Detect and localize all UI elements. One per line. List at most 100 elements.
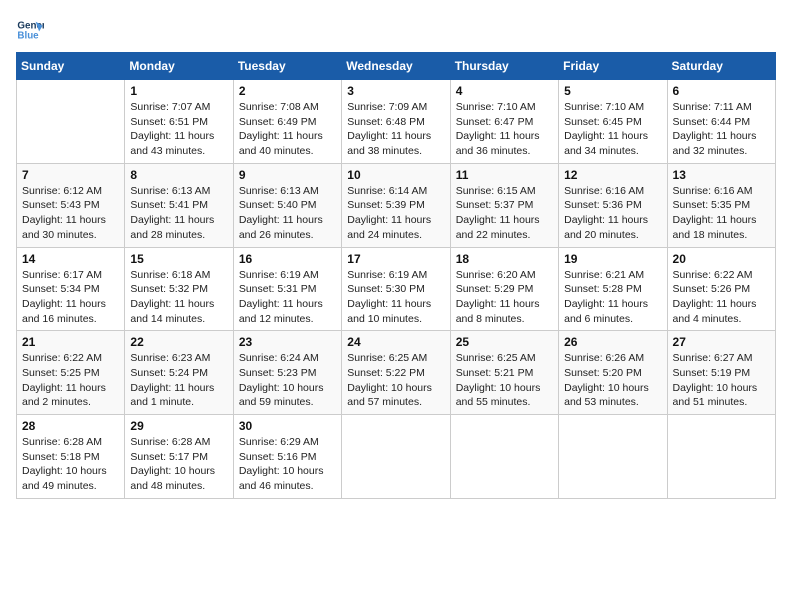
day-number: 17 [347, 252, 444, 266]
day-content: Sunrise: 6:28 AM Sunset: 5:18 PM Dayligh… [22, 435, 119, 494]
calendar-cell: 15 Sunrise: 6:18 AM Sunset: 5:32 PM Dayli… [125, 247, 233, 331]
calendar-cell: 20 Sunrise: 6:22 AM Sunset: 5:26 PM Dayli… [667, 247, 775, 331]
day-content: Sunrise: 7:11 AM Sunset: 6:44 PM Dayligh… [673, 100, 770, 159]
weekday-header: Sunday [17, 53, 125, 80]
calendar-cell: 4 Sunrise: 7:10 AM Sunset: 6:47 PM Daylig… [450, 80, 558, 164]
svg-text:Blue: Blue [17, 30, 39, 41]
day-content: Sunrise: 6:28 AM Sunset: 5:17 PM Dayligh… [130, 435, 227, 494]
day-content: Sunrise: 6:25 AM Sunset: 5:21 PM Dayligh… [456, 351, 553, 410]
calendar-cell: 7 Sunrise: 6:12 AM Sunset: 5:43 PM Daylig… [17, 163, 125, 247]
calendar-cell: 1 Sunrise: 7:07 AM Sunset: 6:51 PM Daylig… [125, 80, 233, 164]
day-number: 23 [239, 335, 336, 349]
day-number: 8 [130, 168, 227, 182]
day-content: Sunrise: 6:20 AM Sunset: 5:29 PM Dayligh… [456, 268, 553, 327]
calendar-cell: 3 Sunrise: 7:09 AM Sunset: 6:48 PM Daylig… [342, 80, 450, 164]
day-number: 15 [130, 252, 227, 266]
calendar-header-row: SundayMondayTuesdayWednesdayThursdayFrid… [17, 53, 776, 80]
calendar-cell: 26Sunrise: 6:26 AM Sunset: 5:20 PM Dayli… [559, 331, 667, 415]
calendar-week-row: 7 Sunrise: 6:12 AM Sunset: 5:43 PM Daylig… [17, 163, 776, 247]
calendar-cell: 29Sunrise: 6:28 AM Sunset: 5:17 PM Dayli… [125, 415, 233, 499]
calendar-cell: 30Sunrise: 6:29 AM Sunset: 5:16 PM Dayli… [233, 415, 341, 499]
calendar-cell: 10 Sunrise: 6:14 AM Sunset: 5:39 PM Dayli… [342, 163, 450, 247]
day-number: 12 [564, 168, 661, 182]
day-content: Sunrise: 6:16 AM Sunset: 5:36 PM Dayligh… [564, 184, 661, 243]
day-number: 10 [347, 168, 444, 182]
day-number: 2 [239, 84, 336, 98]
day-content: Sunrise: 6:18 AM Sunset: 5:32 PM Dayligh… [130, 268, 227, 327]
calendar-cell: 2Sunrise: 7:08 AM Sunset: 6:49 PM Daylig… [233, 80, 341, 164]
day-content: Sunrise: 6:19 AM Sunset: 5:30 PM Dayligh… [347, 268, 444, 327]
day-number: 21 [22, 335, 119, 349]
day-content: Sunrise: 6:21 AM Sunset: 5:28 PM Dayligh… [564, 268, 661, 327]
logo-icon: General Blue [16, 16, 44, 44]
calendar-table: SundayMondayTuesdayWednesdayThursdayFrid… [16, 52, 776, 499]
calendar-week-row: 28 Sunrise: 6:28 AM Sunset: 5:18 PM Dayli… [17, 415, 776, 499]
day-number: 30 [239, 419, 336, 433]
day-number: 14 [22, 252, 119, 266]
day-number: 3 [347, 84, 444, 98]
day-content: Sunrise: 6:16 AM Sunset: 5:35 PM Dayligh… [673, 184, 770, 243]
day-content: Sunrise: 6:12 AM Sunset: 5:43 PM Dayligh… [22, 184, 119, 243]
day-number: 20 [673, 252, 770, 266]
weekday-header: Wednesday [342, 53, 450, 80]
calendar-cell: 22 Sunrise: 6:23 AM Sunset: 5:24 PM Dayli… [125, 331, 233, 415]
weekday-header: Friday [559, 53, 667, 80]
day-content: Sunrise: 7:09 AM Sunset: 6:48 PM Dayligh… [347, 100, 444, 159]
calendar-cell: 17 Sunrise: 6:19 AM Sunset: 5:30 PM Dayli… [342, 247, 450, 331]
calendar-cell [17, 80, 125, 164]
logo: General Blue [16, 16, 50, 44]
calendar-cell: 13 Sunrise: 6:16 AM Sunset: 5:35 PM Dayli… [667, 163, 775, 247]
calendar-cell: 6 Sunrise: 7:11 AM Sunset: 6:44 PM Daylig… [667, 80, 775, 164]
day-content: Sunrise: 6:13 AM Sunset: 5:40 PM Dayligh… [239, 184, 336, 243]
calendar-cell [667, 415, 775, 499]
day-number: 4 [456, 84, 553, 98]
day-number: 22 [130, 335, 227, 349]
calendar-week-row: 14 Sunrise: 6:17 AM Sunset: 5:34 PM Dayli… [17, 247, 776, 331]
calendar-week-row: 21Sunrise: 6:22 AM Sunset: 5:25 PM Dayli… [17, 331, 776, 415]
day-number: 27 [673, 335, 770, 349]
day-content: Sunrise: 6:23 AM Sunset: 5:24 PM Dayligh… [130, 351, 227, 410]
day-content: Sunrise: 6:17 AM Sunset: 5:34 PM Dayligh… [22, 268, 119, 327]
day-number: 16 [239, 252, 336, 266]
calendar-cell: 8 Sunrise: 6:13 AM Sunset: 5:41 PM Daylig… [125, 163, 233, 247]
day-content: Sunrise: 6:25 AM Sunset: 5:22 PM Dayligh… [347, 351, 444, 410]
calendar-cell: 28 Sunrise: 6:28 AM Sunset: 5:18 PM Dayli… [17, 415, 125, 499]
day-number: 18 [456, 252, 553, 266]
day-number: 13 [673, 168, 770, 182]
calendar-cell: 24 Sunrise: 6:25 AM Sunset: 5:22 PM Dayli… [342, 331, 450, 415]
calendar-cell: 14 Sunrise: 6:17 AM Sunset: 5:34 PM Dayli… [17, 247, 125, 331]
page-header: General Blue [16, 16, 776, 44]
day-content: Sunrise: 6:13 AM Sunset: 5:41 PM Dayligh… [130, 184, 227, 243]
day-number: 24 [347, 335, 444, 349]
day-number: 28 [22, 419, 119, 433]
calendar-cell [559, 415, 667, 499]
calendar-cell: 18 Sunrise: 6:20 AM Sunset: 5:29 PM Dayli… [450, 247, 558, 331]
weekday-header: Saturday [667, 53, 775, 80]
day-content: Sunrise: 6:14 AM Sunset: 5:39 PM Dayligh… [347, 184, 444, 243]
day-content: Sunrise: 6:27 AM Sunset: 5:19 PM Dayligh… [673, 351, 770, 410]
day-content: Sunrise: 6:15 AM Sunset: 5:37 PM Dayligh… [456, 184, 553, 243]
calendar-cell: 25Sunrise: 6:25 AM Sunset: 5:21 PM Dayli… [450, 331, 558, 415]
day-number: 7 [22, 168, 119, 182]
day-content: Sunrise: 6:24 AM Sunset: 5:23 PM Dayligh… [239, 351, 336, 410]
calendar-cell: 5Sunrise: 7:10 AM Sunset: 6:45 PM Daylig… [559, 80, 667, 164]
calendar-cell: 27 Sunrise: 6:27 AM Sunset: 5:19 PM Dayli… [667, 331, 775, 415]
calendar-cell: 21Sunrise: 6:22 AM Sunset: 5:25 PM Dayli… [17, 331, 125, 415]
calendar-cell [450, 415, 558, 499]
day-content: Sunrise: 7:10 AM Sunset: 6:45 PM Dayligh… [564, 100, 661, 159]
day-content: Sunrise: 7:10 AM Sunset: 6:47 PM Dayligh… [456, 100, 553, 159]
day-number: 19 [564, 252, 661, 266]
calendar-week-row: 1 Sunrise: 7:07 AM Sunset: 6:51 PM Daylig… [17, 80, 776, 164]
calendar-cell: 12 Sunrise: 6:16 AM Sunset: 5:36 PM Dayli… [559, 163, 667, 247]
day-number: 11 [456, 168, 553, 182]
day-number: 26 [564, 335, 661, 349]
calendar-cell: 11 Sunrise: 6:15 AM Sunset: 5:37 PM Dayli… [450, 163, 558, 247]
day-number: 1 [130, 84, 227, 98]
weekday-header: Thursday [450, 53, 558, 80]
day-content: Sunrise: 6:22 AM Sunset: 5:26 PM Dayligh… [673, 268, 770, 327]
calendar-cell: 23 Sunrise: 6:24 AM Sunset: 5:23 PM Dayli… [233, 331, 341, 415]
day-content: Sunrise: 7:07 AM Sunset: 6:51 PM Dayligh… [130, 100, 227, 159]
weekday-header: Monday [125, 53, 233, 80]
day-number: 6 [673, 84, 770, 98]
calendar-cell [342, 415, 450, 499]
